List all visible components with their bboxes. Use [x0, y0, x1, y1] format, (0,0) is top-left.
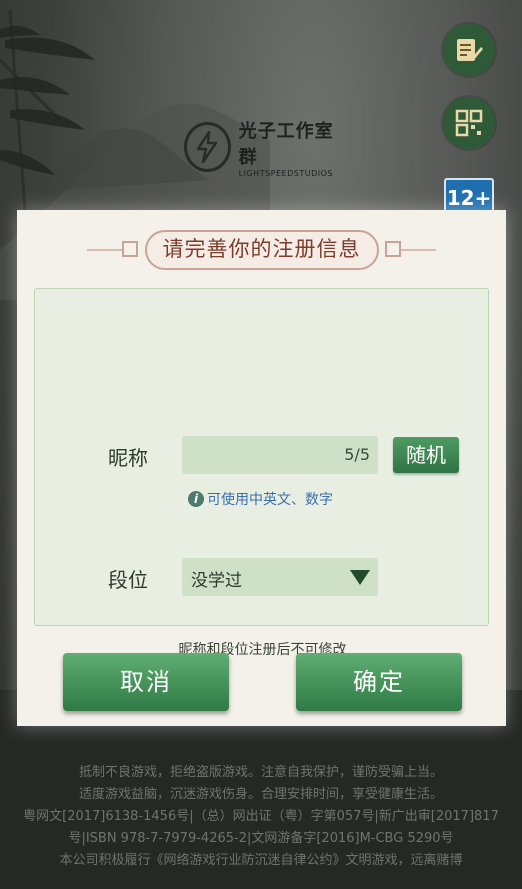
announcement-button[interactable]	[443, 24, 495, 76]
cancel-button[interactable]: 取消	[63, 653, 229, 711]
nickname-hint: i 可使用中英文、数字	[188, 489, 333, 509]
rank-label: 段位	[108, 568, 148, 592]
footer-line: 适度游戏益脑，沉迷游戏伤身。合理安排时间，享受健康生活。	[78, 787, 443, 802]
knot-ornament-icon	[122, 241, 138, 257]
footer-line: 本公司积极履行《网络游戏行业防沉迷自律公约》文明游戏，远离赌博	[59, 853, 463, 868]
footer-line: 粤网文[2017]6138-1456号|（总）网出证（粤）字第057号|新广出审…	[23, 809, 499, 846]
registration-dialog: 请完善你的注册信息 昵称 5/5 随机 i 可使用中英文、数字 段位 没学过 昵…	[17, 210, 506, 726]
qr-code-icon	[455, 109, 483, 137]
rank-selected-value: 没学过	[191, 571, 242, 591]
logo-name-en: LIGHTSPEEDSTUDIOS	[238, 168, 333, 178]
nickname-input[interactable]: 5/5	[182, 436, 378, 474]
dropdown-arrow-icon	[350, 570, 370, 585]
nickname-hint-text: 可使用中英文、数字	[207, 492, 333, 508]
legal-footer: 抵制不良游戏，拒绝盗版游戏。注意自我保护，谨防受骗上当。 适度游戏益脑，沉迷游戏…	[0, 762, 522, 872]
dialog-title: 请完善你的注册信息	[144, 230, 379, 270]
footer-line: 抵制不良游戏，拒绝盗版游戏。注意自我保护，谨防受骗上当。	[78, 765, 443, 780]
info-icon: i	[188, 491, 204, 507]
random-nickname-button[interactable]: 随机	[393, 437, 459, 473]
logo-name-cn: 光子工作室群	[238, 120, 334, 168]
studio-logo: 光子工作室群 LIGHTSPEEDSTUDIOS	[184, 118, 344, 178]
lightning-icon	[184, 122, 231, 172]
confirm-button[interactable]: 确定	[296, 653, 462, 711]
nickname-char-count: 5/5	[344, 445, 370, 464]
qr-code-button[interactable]	[443, 97, 495, 149]
rank-dropdown[interactable]: 没学过	[182, 558, 378, 596]
notepad-pen-icon	[457, 39, 483, 61]
form-panel: 昵称 5/5 随机 i 可使用中英文、数字 段位 没学过 昵称和段位注册后不可修…	[34, 288, 489, 658]
dialog-title-bar: 请完善你的注册信息	[17, 230, 506, 270]
knot-ornament-icon	[385, 241, 401, 257]
nickname-label: 昵称	[108, 446, 148, 470]
